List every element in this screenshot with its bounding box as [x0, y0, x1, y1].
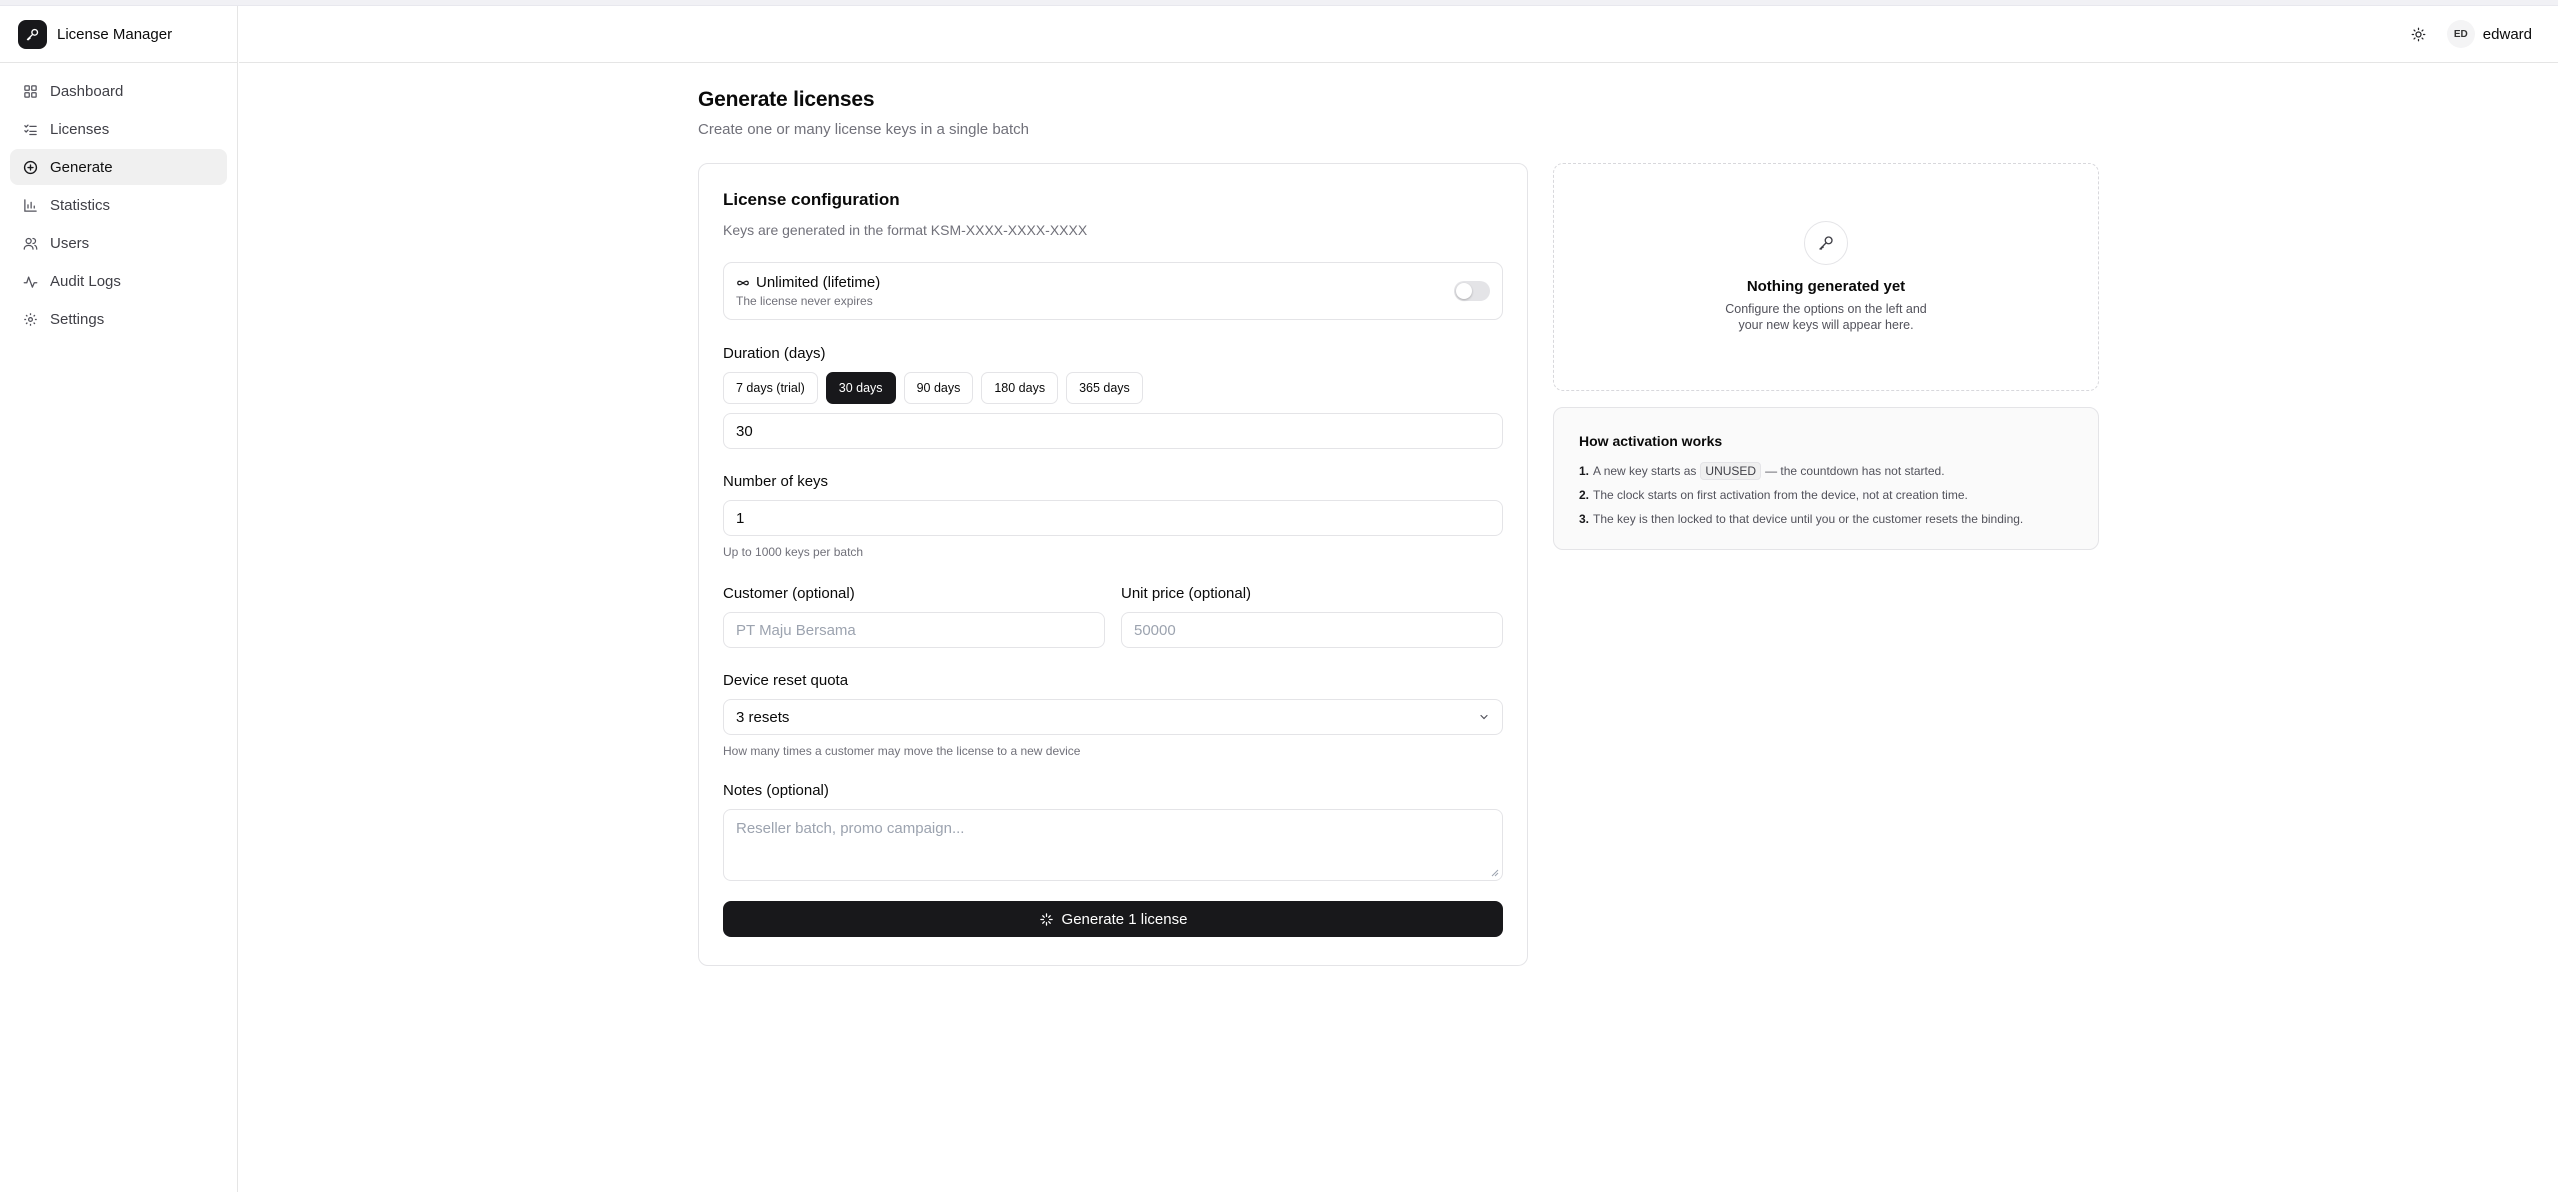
notes-textarea[interactable]: Reseller batch, promo campaign... [723, 809, 1503, 881]
license-config-card: License configuration Keys are generated… [698, 163, 1528, 966]
step-text: — the countdown has not started. [1765, 464, 1945, 478]
page-header: Generate licenses Create one or many lic… [698, 88, 1029, 138]
preset-180-days[interactable]: 180 days [981, 372, 1059, 404]
username: edward [2482, 25, 2532, 43]
unlimited-desc: The license never expires [736, 294, 873, 308]
step-text: A new key starts as [1593, 464, 1697, 478]
user-menu[interactable]: ED edward [2446, 20, 2532, 48]
unlimited-title: Unlimited (lifetime) [756, 274, 881, 291]
step-number: 1. [1579, 464, 1590, 478]
dashboard-icon [22, 83, 38, 99]
sidebar-item-label: Generate [50, 158, 113, 176]
app-title: License Manager [57, 25, 173, 43]
sun-icon [2411, 27, 2426, 41]
page-title: Generate licenses [698, 88, 875, 111]
price-label: Unit price (optional) [1121, 585, 1252, 602]
empty-state-text: Configure the options on the left and yo… [1725, 302, 1927, 332]
list-icon [22, 121, 38, 137]
sidebar-item-generate[interactable]: Generate [10, 149, 227, 185]
keys-label: Number of keys [723, 473, 829, 490]
status-code: UNUSED [1700, 462, 1762, 480]
brand[interactable]: License Manager [0, 6, 237, 63]
gear-icon [22, 311, 38, 327]
preset-30-days[interactable]: 30 days [825, 372, 896, 404]
customer-input[interactable]: PT Maju Bersama [723, 612, 1105, 648]
avatar: ED [2446, 20, 2475, 48]
sidebar-item-audit-logs[interactable]: Audit Logs [10, 263, 227, 299]
step-text: The key is then locked to that device un… [1593, 512, 2024, 526]
preset-90-days[interactable]: 90 days [903, 372, 974, 404]
sidebar-item-label: Dashboard [50, 82, 124, 100]
list-item: 2. The clock starts on first activation … [1579, 483, 2073, 507]
preset-365-days[interactable]: 365 days [1066, 372, 1143, 404]
keys-hint: Up to 1000 keys per batch [723, 545, 864, 559]
top-header: ED edward [239, 6, 2558, 63]
sidebar-item-label: Audit Logs [50, 272, 121, 290]
keys-input[interactable]: 1 [723, 500, 1503, 536]
sidebar-nav: Dashboard Licenses Generate Statistics U… [0, 63, 237, 349]
step-number: 2. [1579, 488, 1590, 502]
sidebar-item-users[interactable]: Users [10, 225, 227, 261]
sidebar-item-label: Settings [50, 310, 105, 328]
activation-info-panel: How activation works 1. A new key starts… [1553, 407, 2099, 550]
sidebar-item-statistics[interactable]: Statistics [10, 187, 227, 223]
duration-input[interactable]: 30 [723, 413, 1503, 449]
card-title: License configuration [723, 190, 900, 209]
reset-quota-hint: How many times a customer may move the l… [723, 744, 1081, 758]
reset-quota-value: 3 resets [736, 708, 790, 726]
generate-button[interactable]: Generate 1 license [723, 901, 1503, 937]
bar-chart-icon [22, 197, 38, 213]
generate-button-label: Generate 1 license [1061, 910, 1188, 928]
reset-quota-label: Device reset quota [723, 672, 849, 689]
activation-steps: 1. A new key starts as UNUSED — the coun… [1579, 459, 2073, 531]
empty-state-title: Nothing generated yet [1746, 278, 1906, 295]
customer-label: Customer (optional) [723, 585, 855, 602]
unlimited-toggle-row[interactable]: Unlimited (lifetime) The license never e… [723, 262, 1503, 320]
sidebar: License Manager Dashboard Licenses Gener… [0, 6, 238, 1192]
notes-label: Notes (optional) [723, 782, 829, 799]
chevron-down-icon [1480, 714, 1488, 720]
activation-info-title: How activation works [1579, 433, 1723, 449]
sidebar-item-label: Users [50, 234, 90, 252]
empty-state-panel: Nothing generated yet Configure the opti… [1553, 163, 2099, 391]
duration-label: Duration (days) [723, 345, 826, 362]
users-icon [22, 235, 38, 251]
sidebar-item-label: Statistics [50, 196, 111, 214]
reset-quota-select[interactable]: 3 resets [723, 699, 1503, 735]
step-number: 3. [1579, 512, 1590, 526]
list-item: 1. A new key starts as UNUSED — the coun… [1579, 459, 2073, 483]
list-item: 3. The key is then locked to that device… [1579, 507, 2073, 531]
key-icon [1804, 221, 1848, 265]
unlimited-switch[interactable] [1454, 281, 1490, 301]
sidebar-item-label: Licenses [50, 120, 110, 138]
sidebar-item-licenses[interactable]: Licenses [10, 111, 227, 147]
preset-7-days[interactable]: 7 days (trial) [723, 372, 818, 404]
sidebar-item-settings[interactable]: Settings [10, 301, 227, 337]
sparkles-icon [1039, 912, 1053, 926]
page-subtitle: Create one or many license keys in a sin… [698, 121, 1030, 138]
notes-placeholder: Reseller batch, promo campaign... [736, 820, 965, 837]
plus-circle-icon [22, 159, 38, 175]
resize-handle-icon[interactable] [1491, 869, 1499, 877]
sidebar-item-dashboard[interactable]: Dashboard [10, 73, 227, 109]
theme-toggle-button[interactable] [2405, 20, 2433, 48]
duration-presets: 7 days (trial) 30 days 90 days 180 days … [723, 372, 1503, 404]
infinity-icon [737, 280, 749, 285]
card-subtitle: Keys are generated in the format KSM-XXX… [723, 222, 1088, 238]
price-input[interactable]: 50000 [1121, 612, 1503, 648]
activity-icon [22, 273, 38, 289]
step-text: The clock starts on first activation fro… [1593, 488, 1968, 502]
key-icon [18, 19, 47, 49]
